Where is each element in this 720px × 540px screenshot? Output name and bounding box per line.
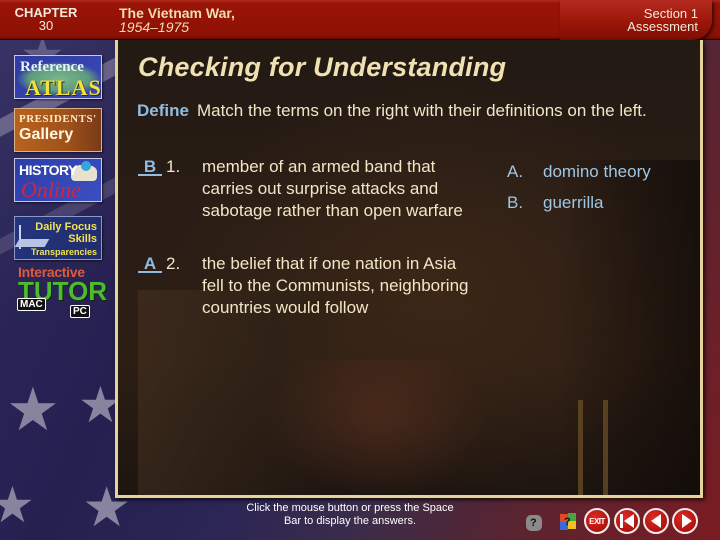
chapter-years: 1954–1975 <box>119 19 190 35</box>
question-definition: member of an armed band that carries out… <box>202 157 463 220</box>
tutor-mac-badge[interactable]: MAC <box>17 298 46 311</box>
instruction-text: Match the terms on the right with their … <box>196 101 647 120</box>
question-number: 2. <box>166 254 181 273</box>
next-slide-button[interactable] <box>672 508 698 534</box>
term-text: guerrilla <box>543 193 604 212</box>
section-tab: Section 1 Assessment <box>560 0 712 40</box>
next-slide-icon <box>681 514 692 528</box>
background-photo <box>268 360 488 495</box>
question-definition: the belief that if one nation in Asia fe… <box>202 254 469 317</box>
daily-focus-line1: Daily Focus <box>35 221 97 233</box>
section-label: Assessment <box>627 19 698 34</box>
daily-focus-title: Daily Focus Skills <box>35 221 97 245</box>
term-item: A. domino theory <box>507 156 651 187</box>
daily-focus-line2: Skills <box>68 233 97 245</box>
question-number: 1. <box>166 157 181 176</box>
question-mark-icon: ? <box>564 516 571 528</box>
background-photo <box>603 400 608 495</box>
previous-slide-icon <box>651 514 661 528</box>
history-online-line1: HISTORY <box>19 162 77 178</box>
tutor-pc-badge[interactable]: PC <box>70 305 90 318</box>
first-slide-button[interactable] <box>614 508 640 534</box>
exit-button[interactable]: EXIT <box>584 508 610 534</box>
presidents-gallery-button[interactable]: PRESIDENTS' Gallery <box>14 108 102 152</box>
chapter-title-text: The Vietnam War, <box>119 5 235 21</box>
question-answer: A <box>138 254 162 273</box>
first-slide-icon <box>620 514 623 528</box>
chapter-number: 30 <box>38 18 54 33</box>
footer-hint: Click the mouse button or press the Spac… <box>246 502 454 527</box>
exit-label: EXIT <box>589 516 605 526</box>
first-slide-arrow-icon <box>624 514 634 528</box>
question-mark-icon: ? <box>530 517 537 529</box>
page-title: Checking for Understanding <box>138 52 507 82</box>
content-panel: Checking for Understanding Define Match t… <box>115 40 703 498</box>
term-letter: B. <box>507 193 524 212</box>
chapter-label: CHAPTER 30 <box>10 6 82 32</box>
term-item: B. guerrilla <box>507 187 651 218</box>
reference-atlas-line2: ATLAS <box>25 75 102 99</box>
term-letter: A. <box>507 162 524 181</box>
question-item: B 1. member of an armed band that carrie… <box>138 156 486 222</box>
term-text: domino theory <box>543 162 651 181</box>
terms-list: A. domino theory B. guerrilla <box>507 156 651 218</box>
question-answer: B <box>138 157 162 176</box>
star-decoration: ★ <box>6 376 60 443</box>
previous-slide-button[interactable] <box>643 508 669 534</box>
daily-focus-button[interactable]: Daily Focus Skills Transparencies <box>14 216 102 260</box>
history-online-line2: Online <box>21 177 81 202</box>
presidents-gallery-line2: Gallery <box>19 126 74 143</box>
background-photo <box>578 400 583 495</box>
daily-focus-line3: Transparencies <box>30 247 97 257</box>
reference-atlas-button[interactable]: Reference ATLAS <box>14 55 102 99</box>
instruction-keyword: Define <box>137 101 189 120</box>
sidebar: Reference ATLAS PRESIDENTS' Gallery HIST… <box>0 40 115 340</box>
presidents-gallery-line1: PRESIDENTS' <box>19 113 97 125</box>
mac-help-icon[interactable]: ? <box>523 510 545 532</box>
chapter-title: The Vietnam War, 1954–1975 <box>119 6 235 34</box>
reference-atlas-line1: Reference <box>20 59 84 75</box>
question-item: A 2. the belief that if one nation in As… <box>138 253 474 319</box>
instructions: Define Match the terms on the right with … <box>137 100 697 121</box>
history-online-button[interactable]: HISTORY Online <box>14 158 102 202</box>
interactive-tutor-button[interactable]: Interactive TUTOR MAC PC <box>14 264 107 318</box>
star-decoration: ★ <box>0 477 35 533</box>
globe-icon <box>81 161 91 171</box>
pc-help-icon[interactable]: ? <box>554 510 578 532</box>
